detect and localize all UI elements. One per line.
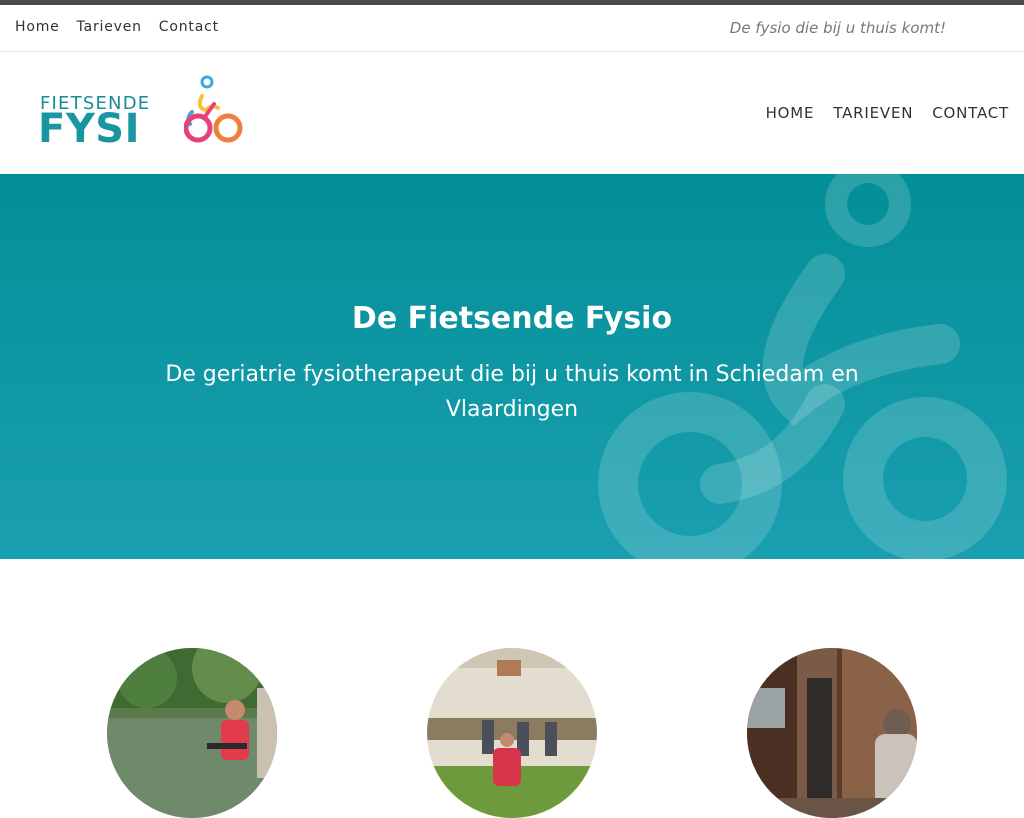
logo-text-bottom: FYSI (38, 106, 140, 152)
main-nav: HOME TARIEVEN CONTACT (747, 104, 1009, 122)
feature-image-cycling[interactable] (107, 648, 277, 818)
site-logo[interactable]: FIETSENDE FYSI (36, 74, 246, 154)
feature-image-gym[interactable] (427, 648, 597, 818)
hero-banner: De Fietsende Fysio De geriatrie fysiothe… (0, 174, 1024, 559)
feature-images (0, 648, 1024, 818)
main-nav-home[interactable]: HOME (766, 104, 815, 122)
secondary-nav-home[interactable]: Home (15, 19, 60, 35)
tagline: De fysio die bij u thuis komt! (729, 19, 946, 37)
main-nav-contact[interactable]: CONTACT (932, 104, 1009, 122)
secondary-nav-tarieven[interactable]: Tarieven (77, 19, 142, 35)
top-bar: Home Tarieven Contact De fysio die bij u… (0, 5, 1024, 52)
hero-title: De Fietsende Fysio (351, 301, 673, 336)
site-header: FIETSENDE FYSI HOME TARIEVEN CONTACT (0, 52, 1024, 174)
secondary-nav: Home Tarieven Contact (15, 19, 236, 35)
main-nav-tarieven[interactable]: TARIEVEN (833, 104, 913, 122)
cyclist-icon (184, 75, 243, 143)
hero-subtitle: De geriatrie fysiotherapeut die bij u th… (165, 362, 859, 422)
secondary-nav-contact[interactable]: Contact (159, 19, 219, 35)
feature-image-street[interactable] (747, 648, 917, 818)
